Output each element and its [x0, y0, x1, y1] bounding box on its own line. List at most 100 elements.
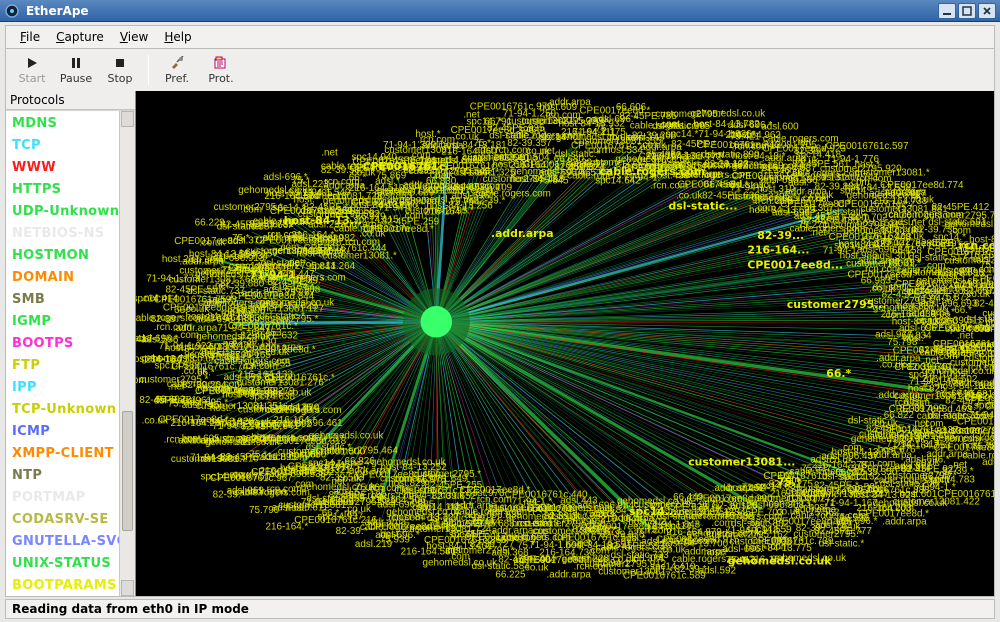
svg-text:82-39.*: 82-39.*	[213, 490, 245, 501]
svg-text:cable.rogers.com: cable.rogers.com	[600, 165, 706, 178]
window-title: EtherApe	[26, 4, 936, 18]
svg-text:gehomedsl.co.uk: gehomedsl.co.uk	[728, 554, 833, 567]
scroll-thumb[interactable]	[122, 411, 133, 531]
svg-text:.addr.arpa: .addr.arpa	[876, 390, 921, 401]
svg-text:82-39.*: 82-39.*	[336, 526, 368, 537]
svg-text:.com: .com	[241, 204, 262, 215]
svg-text:adsl.600: adsl.600	[761, 122, 799, 133]
svg-text:CPE0016761c.597: CPE0016761c.597	[826, 141, 909, 152]
protocol-bootps[interactable]: BOOTPS	[12, 333, 135, 355]
svg-text:host.*: host.*	[855, 160, 880, 171]
svg-text:spc14.264: spc14.264	[310, 261, 356, 272]
protocol-ipp[interactable]: IPP	[12, 377, 135, 399]
svg-text:gehomedsl.co.uk: gehomedsl.co.uk	[851, 434, 926, 445]
menubar: FileCaptureViewHelp	[5, 25, 995, 49]
svg-text:66.*: 66.*	[826, 367, 851, 380]
svg-text:.net: .net	[212, 280, 229, 291]
svg-text:.net: .net	[909, 217, 926, 228]
close-button[interactable]	[978, 3, 996, 19]
svg-text:dsl-static.*: dsl-static.*	[848, 416, 894, 427]
svg-text:CPE0016761c.*: CPE0016761c.*	[933, 339, 994, 350]
protocol-bootparams[interactable]: BOOTPARAMS	[12, 575, 135, 596]
status-text: Reading data from eth0 in IP mode	[12, 602, 249, 616]
stop-button[interactable]: Stop	[98, 50, 142, 90]
svg-text:216-164.*: 216-164.*	[266, 521, 309, 532]
maximize-button[interactable]	[958, 3, 976, 19]
protocol-domain[interactable]: DOMAIN	[12, 267, 135, 289]
svg-text:.com: .com	[136, 375, 147, 386]
protocol-udp-unknown[interactable]: UDP-Unknown	[12, 201, 135, 223]
svg-text:.rcn.com: .rcn.com	[965, 362, 994, 373]
scroll-up-button[interactable]	[121, 111, 134, 127]
menu-view[interactable]: View	[112, 28, 156, 46]
protocol-ftp[interactable]: FTP	[12, 355, 135, 377]
svg-text:host-84-13...: host-84-13...	[284, 214, 362, 227]
menu-file[interactable]: File	[12, 28, 48, 46]
svg-text:spc14.870: spc14.870	[945, 324, 991, 335]
svg-text:.com: .com	[482, 181, 503, 192]
svg-text:75.267: 75.267	[285, 288, 315, 299]
svg-text:.net: .net	[168, 381, 185, 392]
protocol-unix-status[interactable]: UNIX-STATUS	[12, 553, 135, 575]
app-icon	[4, 3, 20, 19]
svg-text:75.346: 75.346	[760, 165, 791, 176]
protocol-gnutella-svc[interactable]: GNUTELLA-SVC	[12, 531, 135, 553]
svg-text:host.*: host.*	[294, 194, 319, 205]
protocol-codasrv-se[interactable]: CODASRV-SE	[12, 509, 135, 531]
scroll-down-button[interactable]	[121, 580, 134, 596]
svg-text:75.645: 75.645	[538, 176, 569, 187]
svg-text:CPE0016761c.967: CPE0016761c.967	[210, 473, 293, 484]
svg-text:216-164.581: 216-164.581	[401, 546, 456, 557]
protocol-tcp[interactable]: TCP	[12, 135, 135, 157]
statusbar: Reading data from eth0 in IP mode	[5, 599, 995, 619]
svg-text:cable.rogers.com: cable.rogers.com	[234, 488, 310, 499]
network-visualization[interactable]: adsl.*82-45PE.326CPE0016761c.361host-84-…	[136, 91, 994, 596]
protocol-xmpp-client[interactable]: XMPP-CLIENT	[12, 443, 135, 465]
menu-help[interactable]: Help	[156, 28, 199, 46]
start-button: Start	[10, 50, 54, 90]
svg-text:71-94-1...: 71-94-1...	[249, 268, 308, 281]
network-graph-canvas[interactable]: adsl.*82-45PE.326CPE0016761c.361host-84-…	[136, 91, 994, 596]
svg-text:adsl.219: adsl.219	[355, 539, 393, 550]
pref-button[interactable]: Pref.	[155, 50, 199, 90]
protocol-smb[interactable]: SMB	[12, 289, 135, 311]
svg-text:.com: .com	[402, 211, 423, 222]
svg-text:.com: .com	[269, 317, 290, 328]
protocol-icmp[interactable]: ICMP	[12, 421, 135, 443]
prot-button[interactable]: Prot.	[199, 50, 243, 90]
svg-text:.addr.arpa: .addr.arpa	[546, 569, 591, 580]
protocol-portmap[interactable]: PORTMAP	[12, 487, 135, 509]
protocols-panel: Protocols MDNSTCPWWWHTTPSUDP-UnknownNETB…	[6, 91, 136, 596]
protocol-www[interactable]: WWW	[12, 157, 135, 179]
svg-text:CPE0017ee8d...: CPE0017ee8d...	[747, 259, 843, 272]
svg-text:.co.uk: .co.uk	[913, 316, 939, 327]
minimize-button[interactable]	[938, 3, 956, 19]
protocols-panel-title: Protocols	[6, 91, 135, 110]
svg-text:.com: .com	[585, 145, 606, 156]
protocol-tcp-unknown[interactable]: TCP-Unknown	[12, 399, 135, 421]
svg-text:gehomedsl.co.uk: gehomedsl.co.uk	[423, 557, 498, 568]
pause-button[interactable]: Pause	[54, 50, 98, 90]
svg-text:cable.rogers.com: cable.rogers.com	[993, 375, 994, 386]
menu-capture[interactable]: Capture	[48, 28, 112, 46]
protocol-mdns[interactable]: MDNS	[12, 113, 135, 135]
svg-text:adsl.977: adsl.977	[875, 329, 912, 340]
protocol-https[interactable]: HTTPS	[12, 179, 135, 201]
svg-text:216-164...: 216-164...	[747, 244, 809, 257]
svg-text:75.872: 75.872	[940, 292, 970, 303]
protocol-netbios-ns[interactable]: NETBIOS-NS	[12, 223, 135, 245]
svg-text:.co.uk: .co.uk	[142, 415, 168, 426]
svg-text:dsl-static...: dsl-static...	[669, 199, 738, 212]
protocols-scrollbar[interactable]	[119, 111, 135, 596]
protocols-list[interactable]: MDNSTCPWWWHTTPSUDP-UnknownNETBIOS-NSHOST…	[6, 110, 135, 596]
svg-text:CPE0017ee8d.542: CPE0017ee8d.542	[368, 521, 451, 532]
toolbar-label: Pref.	[165, 72, 189, 85]
svg-text:71-94-1.392: 71-94-1.392	[969, 410, 994, 421]
protocol-igmp[interactable]: IGMP	[12, 311, 135, 333]
svg-text:CPE0017ee8d.*: CPE0017ee8d.*	[158, 415, 229, 426]
toolbar-separator	[148, 55, 149, 85]
svg-text:.addr.arpa: .addr.arpa	[712, 483, 757, 494]
protocol-ntp[interactable]: NTP	[12, 465, 135, 487]
protocol-hostmon[interactable]: HOSTMON	[12, 245, 135, 267]
toolbar-label: Start	[19, 72, 46, 85]
